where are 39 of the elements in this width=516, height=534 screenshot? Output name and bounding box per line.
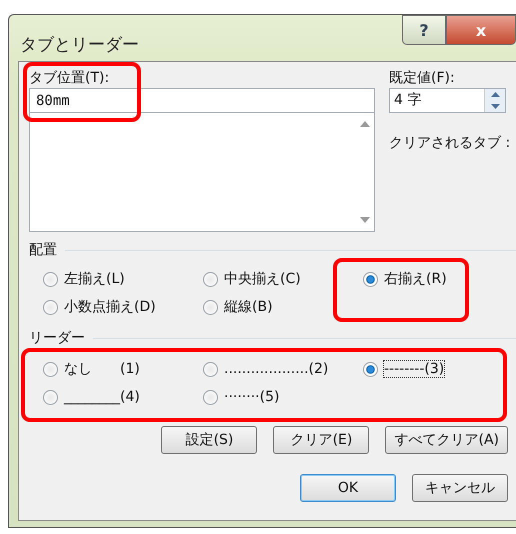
tab-position-field[interactable]: 80mm — [29, 88, 375, 113]
option-label: 右揃え(R) — [384, 270, 447, 288]
help-button[interactable]: ? — [402, 15, 446, 45]
spin-down-icon[interactable] — [490, 104, 500, 109]
section-title: 配置 — [29, 241, 57, 260]
option-label: 小数点揃え(D) — [64, 298, 156, 316]
field-label: 既定値(F): — [389, 69, 456, 88]
radio-button[interactable] — [43, 362, 58, 376]
option-label: ········(5) — [224, 389, 280, 405]
dialog-button[interactable]: 設定(S) — [161, 426, 258, 454]
window-title: タブとリーダー — [20, 34, 139, 56]
scroll-down-icon[interactable] — [360, 217, 370, 223]
cancel-button[interactable]: キャンセル — [412, 474, 508, 502]
dialog-button[interactable]: クリア(E) — [273, 426, 370, 454]
radio-button[interactable] — [363, 272, 378, 286]
radio-button[interactable] — [203, 362, 218, 376]
option-label: ________(4) — [64, 389, 140, 405]
option-label: 中央揃え(C) — [224, 270, 301, 288]
option-label: 縦線(B) — [224, 298, 273, 316]
radio-button[interactable] — [203, 300, 218, 314]
radio-button[interactable] — [43, 390, 58, 404]
radio-button[interactable] — [43, 300, 58, 314]
radio-button[interactable] — [203, 390, 218, 404]
option-label: 左揃え(L) — [64, 270, 125, 288]
option-label: ...................(2) — [224, 361, 328, 377]
field-label: タブ位置(T): — [29, 69, 110, 88]
radio-button[interactable] — [203, 272, 218, 286]
option-label: --------(3) — [384, 361, 444, 377]
option-label: なし (1) — [64, 360, 140, 378]
spin-up-icon[interactable] — [490, 92, 500, 98]
radio-button[interactable] — [363, 362, 378, 376]
spinner-value: 4 字 — [393, 91, 422, 110]
default-tabs-spinner[interactable]: 4 字 — [389, 88, 506, 113]
clear-tabs-label: クリアされるタブ : — [389, 134, 512, 153]
section-title: リーダー — [29, 329, 85, 348]
scroll-up-icon[interactable] — [360, 121, 370, 127]
dialog-button[interactable]: すべてクリア(A) — [385, 426, 508, 454]
ok-button[interactable]: OK — [300, 474, 396, 502]
radio-button[interactable] — [43, 272, 58, 286]
